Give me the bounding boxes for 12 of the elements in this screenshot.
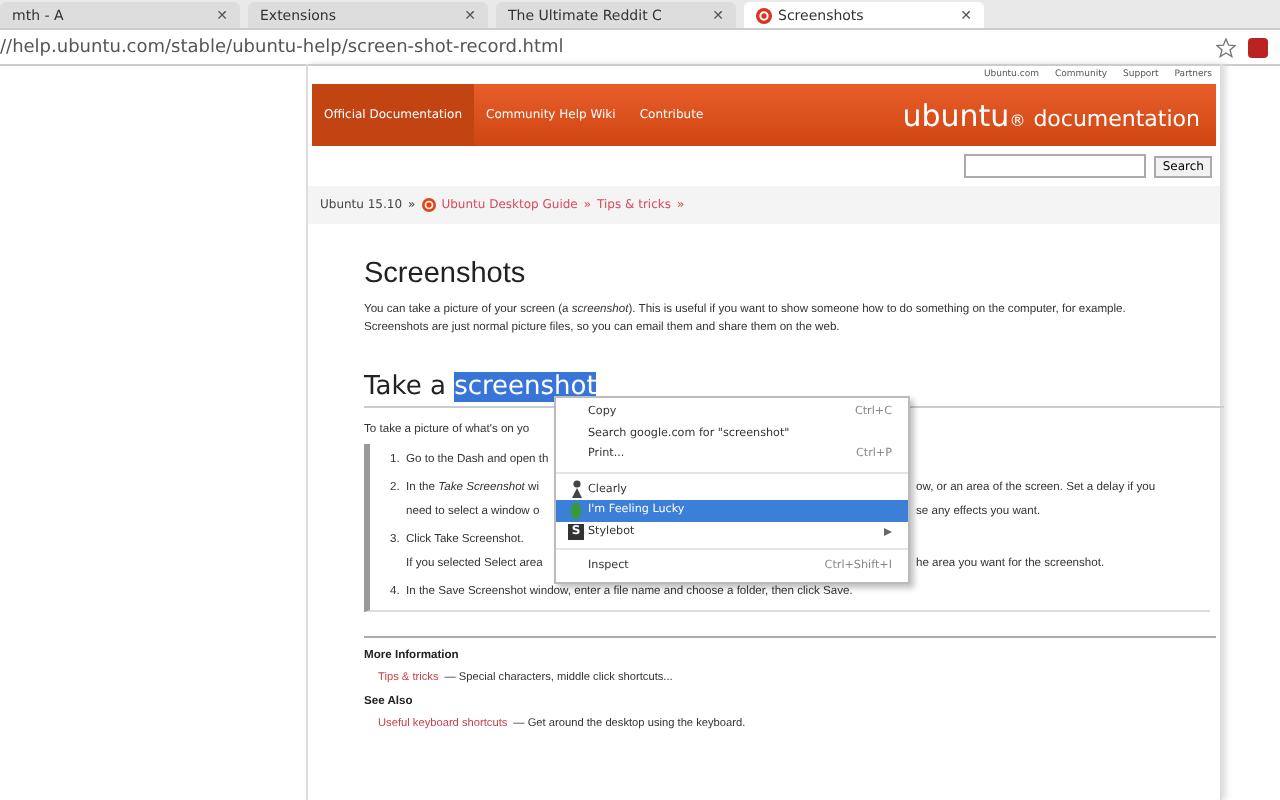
- selected-text: screenshot: [454, 372, 597, 402]
- section-heading: Take a: [364, 372, 448, 402]
- extension-icon[interactable]: [1248, 37, 1268, 57]
- search-field[interactable]: [964, 154, 1147, 178]
- submenu-arrow-icon: [884, 527, 892, 536]
- figure-icon: [569, 480, 583, 499]
- leaf-icon: [570, 501, 582, 520]
- address-bar[interactable]: //help.ubuntu.com/stable/ubuntu-help/screen-shot-record.html: [0, 37, 1204, 57]
- page-title: Screenshots: [364, 258, 528, 290]
- tab-favicon-icon: [756, 7, 772, 23]
- star-icon[interactable]: [1216, 37, 1236, 57]
- circle-of-friends-icon: [421, 198, 436, 212]
